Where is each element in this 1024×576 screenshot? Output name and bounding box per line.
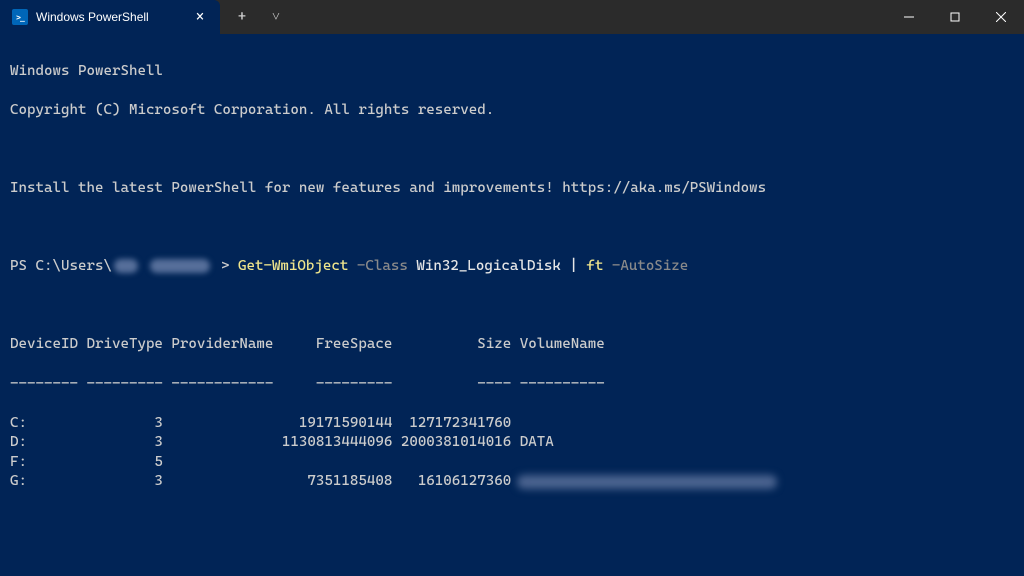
blank-line	[10, 512, 1014, 532]
cmdlet: Get-WmiObject	[238, 258, 348, 274]
redacted-volume-name	[517, 475, 777, 489]
minimize-button[interactable]	[886, 0, 932, 34]
titlebar-drag-area[interactable]	[298, 0, 886, 34]
tab-actions: + ˅	[220, 0, 298, 34]
table-row: C: 3 19171590144 127172341760	[10, 414, 1014, 434]
prompt-prefix: PS C:\Users\	[10, 258, 112, 274]
table-row: D: 3 1130813444096 2000381014016 DATA	[10, 433, 1014, 453]
prompt-command-line: PS C:\Users\ > Get-WmiObject -Class Win3…	[10, 257, 1014, 277]
redacted-user	[114, 259, 138, 273]
close-tab-button[interactable]: ×	[190, 7, 210, 27]
tab-dropdown-button[interactable]: ˅	[260, 1, 292, 33]
new-tab-button[interactable]: +	[226, 1, 258, 33]
param: -Class	[357, 258, 408, 274]
intro-line: Windows PowerShell	[10, 62, 1014, 82]
table-separator: -------- --------- ------------ --------…	[10, 375, 1014, 395]
terminal-output[interactable]: Windows PowerShell Copyright (C) Microso…	[0, 34, 1024, 576]
titlebar: Windows PowerShell × + ˅	[0, 0, 1024, 34]
blank-line	[10, 551, 1014, 571]
redacted-user	[150, 259, 210, 273]
close-window-button[interactable]	[978, 0, 1024, 34]
powershell-icon	[12, 9, 28, 25]
intro-line: Install the latest PowerShell for new fe…	[10, 179, 1014, 199]
blank-line	[10, 296, 1014, 316]
param-value: Win32_LogicalDisk	[416, 258, 560, 274]
prompt-arrow: >	[221, 258, 230, 274]
table-header: DeviceID DriveType ProviderName FreeSpac…	[10, 335, 1014, 355]
tab-powershell[interactable]: Windows PowerShell ×	[0, 0, 220, 34]
blank-line	[10, 140, 1014, 160]
table-row: G: 3 7351185408 16106127360	[10, 472, 1014, 492]
table-row: F: 5	[10, 453, 1014, 473]
tab-title: Windows PowerShell	[36, 10, 182, 24]
pipe: |	[569, 258, 578, 274]
cmdlet: ft	[586, 258, 603, 274]
param: -AutoSize	[612, 258, 688, 274]
intro-line: Copyright (C) Microsoft Corporation. All…	[10, 101, 1014, 121]
blank-line	[10, 218, 1014, 238]
window-controls	[886, 0, 1024, 34]
maximize-button[interactable]	[932, 0, 978, 34]
